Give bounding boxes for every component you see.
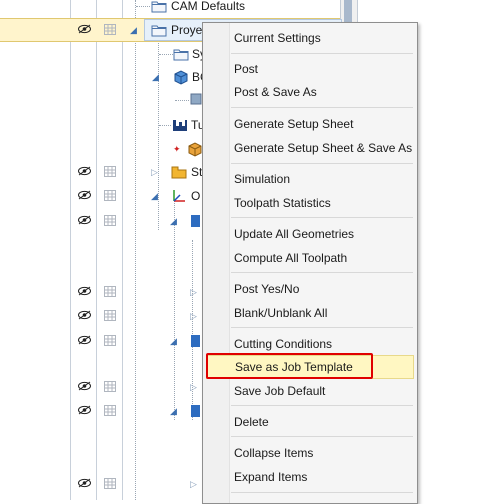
menu-item-generate-setup-sheet[interactable]: Generate Setup Sheet: [229, 113, 415, 135]
post-grid-icon[interactable]: [104, 24, 116, 35]
menu-item-collapse-items[interactable]: Collapse Items: [229, 442, 415, 464]
visibility-toggle-icon[interactable]: [78, 286, 91, 296]
expand-arrow-icon[interactable]: ▷: [151, 167, 158, 177]
collapse-arrow-icon[interactable]: ◢: [170, 336, 177, 346]
collapse-arrow-icon[interactable]: ◢: [170, 406, 177, 416]
menu-separator: [231, 436, 413, 437]
menu-item-label: Save Job Default: [234, 384, 326, 398]
menu-separator: [231, 272, 413, 273]
expand-arrow-icon[interactable]: ▷: [190, 287, 197, 297]
post-grid-icon[interactable]: [104, 286, 116, 297]
menu-item-current-settings[interactable]: Current Settings: [229, 27, 415, 49]
tree-item-label: CAM Defaults: [171, 0, 246, 13]
menu-item-label: Current Settings: [234, 31, 321, 45]
setup-folder-icon: [171, 166, 187, 179]
menu-item-label: Expand Items: [234, 470, 308, 484]
visibility-toggle-icon[interactable]: [78, 405, 91, 415]
menu-separator: [231, 53, 413, 54]
menu-item-label: Collapse Items: [234, 446, 314, 460]
collapse-arrow-icon[interactable]: ◢: [152, 72, 159, 82]
menu-item-label: Simulation: [234, 172, 291, 186]
geometry-item-icon: [190, 93, 202, 105]
menu-separator: [231, 405, 413, 406]
collapse-arrow-icon[interactable]: ◢: [151, 191, 158, 201]
menu-item-blank-unblank-all[interactable]: Blank/Unblank All: [229, 302, 415, 324]
expand-marker-icon[interactable]: ✦: [173, 144, 181, 154]
post-grid-icon[interactable]: [104, 190, 116, 201]
menu-icon-gutter: [203, 23, 230, 503]
menu-item-label: Post: [234, 62, 259, 76]
menu-separator: [231, 163, 413, 164]
visibility-toggle-icon[interactable]: [78, 335, 91, 345]
post-grid-icon[interactable]: [104, 310, 116, 321]
coordinate-system-icon: [173, 190, 185, 202]
highlight-annotation-box: [206, 353, 373, 379]
menu-item-label: Post & Save As: [234, 85, 317, 99]
tree-connector: [175, 100, 189, 101]
tree-connector: [159, 125, 171, 126]
menu-item-save-job-default[interactable]: Save Job Default: [229, 380, 415, 402]
post-grid-icon[interactable]: [104, 335, 116, 346]
workpiece-box-icon: [188, 142, 202, 157]
expand-arrow-icon[interactable]: ▷: [190, 311, 197, 321]
visibility-toggle-icon[interactable]: [78, 478, 91, 488]
menu-separator: [231, 492, 413, 493]
visibility-toggle-icon[interactable]: [78, 166, 91, 176]
menu-item-cutting-conditions[interactable]: Cutting Conditions: [229, 333, 415, 355]
scrollbar-thumb[interactable]: [344, 0, 352, 22]
menu-item-label: Cutting Conditions: [234, 337, 333, 351]
menu-item-label: Update All Geometries: [234, 227, 355, 241]
collapse-arrow-icon[interactable]: ◢: [170, 216, 177, 226]
visibility-toggle-icon[interactable]: [78, 215, 91, 225]
tree-item-label: St: [191, 165, 203, 179]
post-grid-icon[interactable]: [104, 166, 116, 177]
tree-connector: [159, 54, 173, 55]
expand-arrow-icon[interactable]: ▷: [190, 382, 197, 392]
post-grid-icon[interactable]: [104, 405, 116, 416]
tool-holder-icon: [173, 120, 187, 131]
menu-item-compute-all-toolpath[interactable]: Compute All Toolpath: [229, 247, 415, 269]
menu-item-delete[interactable]: Delete: [229, 411, 415, 433]
menu-item-label: Generate Setup Sheet & Save As: [234, 141, 413, 155]
expand-arrow-icon[interactable]: ▷: [190, 479, 197, 489]
menu-item-label: Delete: [234, 415, 269, 429]
menu-item-post-save-as[interactable]: Post & Save As: [229, 81, 415, 103]
menu-separator: [231, 107, 413, 108]
system-folder-icon: [173, 49, 189, 61]
visibility-toggle-icon[interactable]: [78, 190, 91, 200]
menu-item-label: Toolpath Statistics: [234, 196, 331, 210]
post-grid-icon[interactable]: [104, 215, 116, 226]
menu-item-label: Blank/Unblank All: [234, 306, 328, 320]
operation-icon: [191, 215, 200, 227]
folder-icon: [151, 25, 167, 37]
menu-item-label: Compute All Toolpath: [234, 251, 348, 265]
folder-icon: [151, 1, 167, 13]
menu-item-generate-setup-sheet-save-as[interactable]: Generate Setup Sheet & Save As: [229, 137, 415, 159]
stock-block-icon: [174, 70, 188, 85]
menu-item-update-all-geometries[interactable]: Update All Geometries: [229, 223, 415, 245]
visibility-toggle-icon[interactable]: [78, 310, 91, 320]
tree-connector: [136, 6, 150, 7]
collapse-arrow-icon[interactable]: ◢: [130, 25, 137, 35]
menu-item-simulation[interactable]: Simulation: [229, 168, 415, 190]
menu-item-expand-items[interactable]: Expand Items: [229, 466, 415, 488]
menu-item-toolpath-statistics[interactable]: Toolpath Statistics: [229, 192, 415, 214]
visibility-toggle-icon[interactable]: [78, 381, 91, 391]
visibility-toggle-icon[interactable]: [78, 24, 91, 34]
menu-item-label: Post Yes/No: [234, 282, 300, 296]
menu-item-label: Generate Setup Sheet: [234, 117, 354, 131]
post-grid-icon[interactable]: [104, 381, 116, 392]
menu-item-post-yes-no[interactable]: Post Yes/No: [229, 278, 415, 300]
tree-item-label: O: [191, 189, 201, 203]
operation-icon: [191, 335, 200, 347]
tree-item-cam-defaults[interactable]: CAM Defaults: [0, 0, 340, 17]
menu-separator: [231, 327, 413, 328]
post-grid-icon[interactable]: [104, 478, 116, 489]
operation-icon: [191, 405, 200, 417]
menu-separator: [231, 217, 413, 218]
menu-item-post[interactable]: Post: [229, 58, 415, 80]
context-menu: Current Settings Post Post & Save As Gen…: [202, 22, 418, 504]
